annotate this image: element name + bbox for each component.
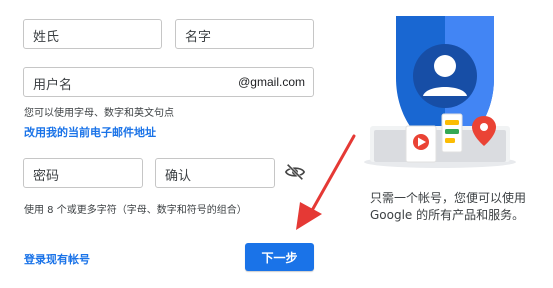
username-field[interactable]: 用户名 @gmail.com [23, 67, 314, 97]
caption-line-1: 只需一个帐号，您便可以使用 [370, 191, 527, 205]
username-hint: 您可以使用字母、数字和英文句点 [24, 108, 174, 119]
last-name-field[interactable]: 姓氏 [23, 19, 162, 49]
confirm-password-field[interactable]: 确认 [155, 158, 275, 188]
password-field[interactable]: 密码 [23, 158, 143, 188]
confirm-password-placeholder: 确认 [165, 169, 192, 184]
account-shield-illustration [364, 16, 516, 168]
password-placeholder: 密码 [33, 169, 60, 184]
username-placeholder: 用户名 [33, 78, 73, 93]
red-arrow-annotation [296, 134, 356, 230]
caption-line-2: Google 的所有产品和服务。 [370, 208, 525, 222]
sign-in-existing-account-link[interactable]: 登录现有帐号 [24, 251, 90, 267]
first-name-field[interactable]: 名字 [175, 19, 314, 49]
use-current-email-link[interactable]: 改用我的当前电子邮件地址 [24, 124, 156, 140]
first-name-placeholder: 名字 [185, 30, 212, 45]
account-benefit-caption: 只需一个帐号，您便可以使用 Google 的所有产品和服务。 [370, 190, 550, 224]
last-name-placeholder: 姓氏 [33, 30, 60, 45]
username-domain-suffix: @gmail.com [238, 75, 305, 89]
next-button[interactable]: 下一步 [245, 243, 314, 271]
password-hint: 使用 8 个或更多字符（字母、数字和符号的组合） [24, 205, 247, 216]
